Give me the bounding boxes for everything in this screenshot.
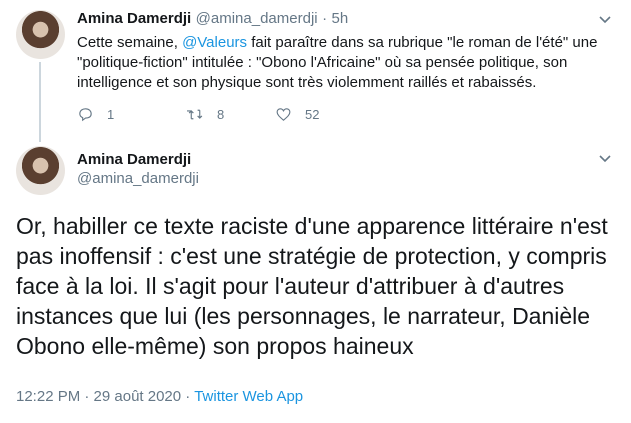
avatar[interactable] (16, 146, 65, 195)
tweet-parent[interactable]: Amina Damerdji @amina_damerdji · 5h Cett… (0, 0, 631, 142)
like-count: 52 (305, 106, 320, 122)
reply-count: 1 (107, 106, 115, 122)
tweet-text-before: Cette semaine, (77, 34, 183, 51)
timestamp[interactable]: 12:22 PM · 29 août 2020 · (16, 388, 194, 405)
mention-link[interactable]: @Valeurs (182, 34, 247, 51)
like-button[interactable]: 52 (275, 106, 375, 123)
handle[interactable]: @amina_damerdji (77, 170, 199, 187)
tweet-time[interactable]: 5h (332, 10, 349, 27)
avatar[interactable] (16, 10, 65, 59)
retweet-icon (187, 109, 203, 119)
handle[interactable]: @amina_damerdji (196, 10, 318, 27)
tweet-text: Or, habiller ce texte raciste d'une appa… (16, 213, 608, 359)
retweet-count: 8 (217, 106, 225, 122)
chevron-down-icon[interactable] (598, 12, 612, 26)
source-link[interactable]: Twitter Web App (194, 388, 303, 405)
tweet-header: Amina Damerdji @amina_damerdji (77, 151, 199, 187)
tweet-header: Amina Damerdji @amina_damerdji · 5h (77, 10, 348, 28)
reply-icon (79, 107, 92, 121)
tweet-meta: 12:22 PM · 29 août 2020 · Twitter Web Ap… (16, 388, 303, 405)
chevron-down-icon[interactable] (598, 151, 612, 165)
thread-line (39, 62, 41, 142)
retweet-button[interactable]: 8 (187, 106, 275, 123)
display-name[interactable]: Amina Damerdji (77, 151, 199, 168)
reply-button[interactable]: 1 (77, 106, 187, 123)
separator: · (322, 10, 328, 27)
tweet-actions: 1 8 52 (77, 104, 375, 124)
like-icon (276, 107, 291, 121)
tweet-text: Cette semaine, @Valeurs fait paraître da… (77, 33, 617, 93)
display-name[interactable]: Amina Damerdji (77, 10, 191, 27)
